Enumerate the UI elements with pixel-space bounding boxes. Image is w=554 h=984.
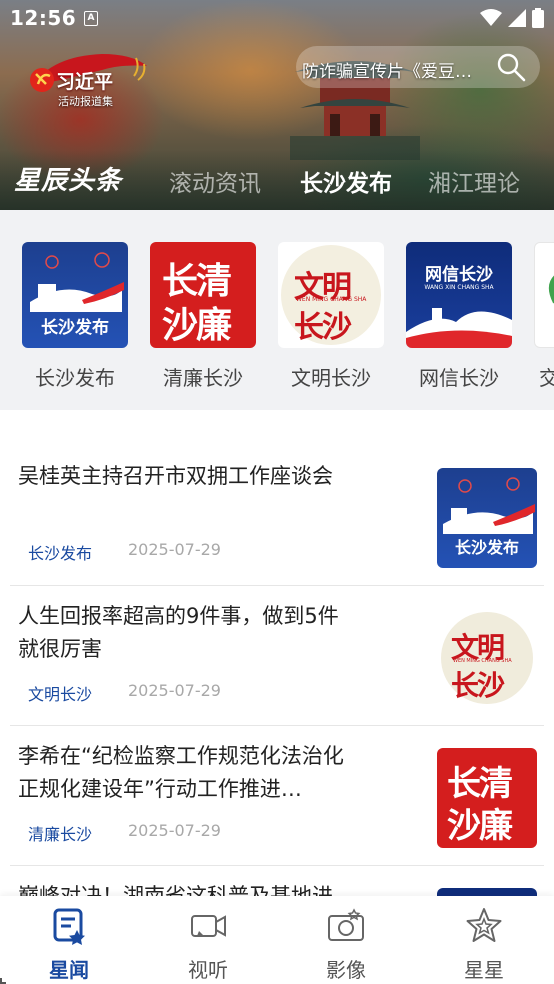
channel-changsha-fabu[interactable]: 长沙发布 长沙发布: [21, 242, 129, 391]
channel-wenming-changsha[interactable]: 文明 WEN MING CHANG SHA 长沙 文明长沙: [277, 242, 385, 391]
channel-tabs: 星辰头条 滚动资讯 长沙发布 湘江理论: [0, 158, 554, 204]
channel-label: 文明长沙: [291, 366, 371, 390]
status-icons: [480, 8, 544, 28]
news-thumb-changsha-fabu: 长沙发布: [437, 468, 537, 568]
tab-xiangjiang-lilun[interactable]: 湘江理论: [428, 164, 520, 198]
thumb-logo-text: 长沙发布: [454, 538, 519, 557]
news-thumb-qinglian-changsha: 长清 沙廉: [437, 748, 537, 848]
cell-signal-icon: [508, 9, 526, 27]
news-item[interactable]: 吴桂英主持召开市双拥工作座谈会 长沙发布 2025-07-29 长沙发布: [0, 446, 554, 586]
battery-icon: [532, 8, 544, 28]
tab-xingchen-toutiao[interactable]: 星辰头条: [14, 160, 122, 197]
news-date: 2025-07-29: [128, 681, 221, 700]
channel-label: 长沙发布: [35, 366, 115, 390]
channel-row: 长沙发布 长沙发布 长清 沙廉 清廉长沙 文明 WEN MING CHANG S…: [0, 210, 554, 410]
thumb-qinglian-text-bottom: 沙廉: [447, 806, 513, 846]
changsha-fabu-logo-text: 长沙发布: [41, 318, 109, 338]
channel-partial[interactable]: 交: [533, 242, 554, 391]
news-title: 李希在“纪检监察工作规范化法治化正规化建设年”行动工作推进…: [18, 744, 344, 801]
partial-channel-logo-icon: [534, 242, 554, 348]
search-icon[interactable]: [496, 52, 526, 82]
nav-xingxing[interactable]: 星星: [444, 906, 524, 983]
channel-qinglian-changsha[interactable]: 长清 沙廉 清廉长沙: [149, 242, 257, 391]
news-thumb-wenming-changsha: 文明 WEN MING CHANG SHA 长沙: [437, 608, 537, 708]
nav-xingwen[interactable]: 星闻: [29, 906, 109, 983]
logo-subtitle: 活动报道集: [58, 95, 113, 108]
channel-label: 交: [539, 366, 554, 390]
news-date: 2025-07-29: [128, 821, 221, 840]
status-time: 12:56: [10, 6, 77, 30]
status-bar: 12:56 A: [0, 0, 554, 36]
star-icon: [466, 908, 502, 942]
news-item[interactable]: 李希在“纪检监察工作规范化法治化正规化建设年”行动工作推进… 清廉长沙 2025…: [0, 726, 554, 866]
news-title: 巅峰对决！湖南省这科普及基地进: [18, 884, 333, 896]
wangxin-changsha-logo-icon: 网信长沙 WANG XIN CHANG SHA: [406, 242, 512, 348]
news-source: 清廉长沙: [28, 825, 93, 844]
news-doc-icon: [53, 908, 85, 945]
news-list: 吴桂英主持召开市双拥工作座谈会 长沙发布 2025-07-29 长沙发布 人生回…: [0, 446, 554, 896]
qinglian-logo-text-bottom: 沙廉: [162, 304, 232, 346]
channel-wangxin-changsha[interactable]: 网信长沙 WANG XIN CHANG SHA 网信长沙: [405, 242, 513, 391]
news-source: 长沙发布: [28, 544, 93, 563]
nav-label: 视听: [188, 958, 228, 982]
nav-label: 影像: [326, 958, 366, 982]
search-bar[interactable]: 防诈骗宣传片《爱豆…: [296, 46, 540, 88]
news-thumb-partial: [437, 888, 537, 896]
news-date: 2025-07-29: [128, 540, 221, 559]
bottom-nav: 星闻 视听 影像 星星: [0, 896, 554, 984]
header-banner: 12:56 A 习近平 活动报道集 防诈骗宣传片《爱豆… 星辰头条 滚动资讯 长…: [0, 0, 554, 210]
news-title: 吴桂英主持召开市双拥工作座谈会: [18, 464, 333, 488]
wenming-logo-text-bottom: 长沙: [294, 310, 352, 345]
channel-label: 清廉长沙: [163, 366, 243, 390]
nav-label: 星闻: [49, 958, 89, 982]
camera-icon: [328, 908, 364, 941]
wifi-icon: [480, 9, 502, 26]
tab-changsha-fabu[interactable]: 长沙发布: [300, 164, 392, 198]
nav-yingxiang[interactable]: 影像: [306, 906, 386, 983]
nav-label: 星星: [464, 958, 504, 982]
channel-label: 网信长沙: [419, 366, 499, 390]
logo-title: 习近平: [56, 71, 114, 93]
video-camera-icon: [191, 915, 226, 937]
notification-a-icon: A: [84, 11, 98, 26]
changsha-fabu-logo-icon: 长沙发布: [22, 242, 128, 348]
news-item[interactable]: 巅峰对决！湖南省这科普及基地进: [0, 866, 554, 896]
wenming-changsha-logo-icon: 文明 WEN MING CHANG SHA 长沙: [278, 242, 384, 348]
xi-activity-logo[interactable]: 习近平 活动报道集: [22, 46, 152, 112]
corner-mark: [0, 978, 6, 984]
nav-shiting[interactable]: 视听: [168, 906, 248, 983]
news-item[interactable]: 人生回报率超高的9件事，做到5件就很厉害 文明长沙 2025-07-29 文明 …: [0, 586, 554, 726]
tab-gundong-zixun[interactable]: 滚动资讯: [169, 164, 261, 198]
search-placeholder: 防诈骗宣传片《爱豆…: [302, 62, 472, 82]
news-source: 文明长沙: [28, 685, 93, 704]
news-title: 人生回报率超高的9件事，做到5件就很厉害: [18, 604, 339, 661]
qinglian-changsha-logo-icon: 长清 沙廉: [150, 242, 256, 348]
thumb-wenming-text-bottom: 长沙: [451, 669, 505, 702]
